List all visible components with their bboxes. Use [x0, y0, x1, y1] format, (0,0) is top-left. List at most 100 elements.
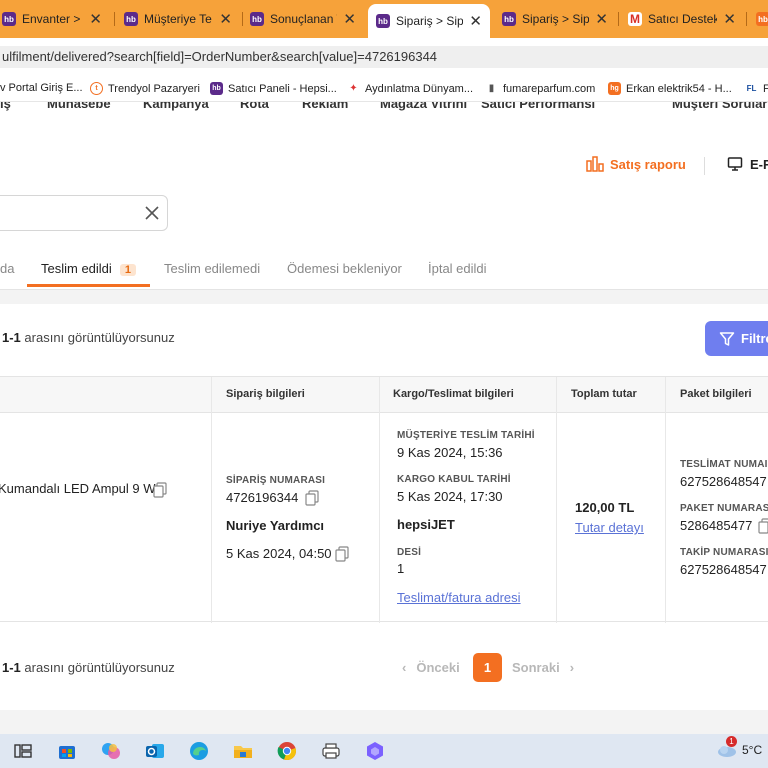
tab-delivered[interactable]: Teslim edildi 1	[41, 261, 136, 276]
copy-icon[interactable]	[153, 482, 167, 498]
nav-item-reklam[interactable]: Reklam	[302, 102, 348, 111]
file-explorer-icon[interactable]	[232, 740, 254, 762]
browser-tab-partial[interactable]: hb	[748, 4, 768, 34]
address-link[interactable]: Teslimat/fatura adresi	[397, 590, 521, 605]
close-icon[interactable]	[143, 204, 161, 222]
filter-button[interactable]: Filtre	[705, 321, 768, 356]
tab-label: Müşteriye Te	[144, 12, 212, 26]
close-icon[interactable]: ✕	[595, 10, 608, 28]
total-detail-link[interactable]: Tutar detayı	[575, 520, 644, 535]
address-bar: ulfilment/delivered?search[field]=OrderN…	[0, 38, 768, 74]
einvoice-label: E-F	[750, 156, 768, 172]
close-icon[interactable]: ✕	[89, 10, 102, 28]
browser-tab-musteriye[interactable]: hb Müşteriye Te ✕	[116, 4, 240, 34]
tracking-number: 627528648547	[680, 562, 767, 577]
seller-nav: ış Muhasebe Kampanya Rota Reklam Mağaza …	[0, 102, 768, 118]
bookmark-label: Trendyol Pazaryeri	[108, 82, 200, 95]
nav-item-musteri-sorulari[interactable]: Müşteri Soruları	[672, 102, 768, 111]
nav-item-kampanya[interactable]: Kampanya	[143, 102, 209, 111]
bookmark-label: F	[763, 82, 768, 95]
close-icon[interactable]: ✕	[723, 10, 736, 28]
copy-icon[interactable]	[758, 518, 768, 534]
nav-item-muhasebe[interactable]: Muhasebe	[47, 102, 111, 111]
previous-page-button[interactable]: ‹ Önceki	[402, 660, 460, 675]
package-number: 5286485477	[680, 518, 753, 533]
browser-tab-sonuclanan[interactable]: hb Sonuçlanan T ✕	[242, 4, 364, 34]
range-value: 1-1	[2, 660, 21, 675]
temperature: 5°C	[742, 743, 763, 757]
close-icon[interactable]: ✕	[469, 12, 482, 30]
chrome-icon[interactable]	[276, 740, 298, 762]
bookmark-f[interactable]: FL F	[745, 82, 768, 95]
chevron-left-icon: ‹	[402, 660, 407, 675]
nav-item-magaza-vitrini[interactable]: Mağaza Vitrini	[380, 102, 467, 111]
desi-label: DESİ	[397, 547, 422, 558]
bookmark-erkan[interactable]: hg Erkan elektrik54 - H...	[608, 82, 732, 95]
tab-payment-pending[interactable]: Ödemesi bekleniyor	[287, 261, 402, 276]
bookmark-label: Erkan elektrik54 - H...	[626, 82, 732, 95]
delivery-number-label: TESLİMAT NUMAI	[680, 459, 768, 470]
tab-not-delivered[interactable]: Teslim edilemedi	[164, 261, 260, 276]
order-date: 5 Kas 2024, 04:50	[226, 546, 332, 561]
einvoice-button[interactable]: E-F	[727, 156, 768, 172]
delivery-number: 627528648547	[680, 474, 767, 489]
hepsiburada-icon: hb	[2, 12, 16, 26]
footer-band	[0, 710, 768, 734]
bookmark-fumareparfum[interactable]: ▮ fumareparfum.com	[485, 82, 595, 95]
nav-item[interactable]: ış	[0, 102, 11, 111]
bookmark-label: v Portal Giriş E...	[0, 82, 83, 94]
chevron-right-icon: ›	[569, 660, 575, 675]
browser-tab-siparis[interactable]: hb Sipariş > Sip ✕	[494, 4, 616, 34]
nav-item-rota[interactable]: Rota	[240, 102, 269, 111]
weather-widget[interactable]: 1 5°C	[716, 736, 763, 758]
next-label: Sonraki	[512, 660, 560, 675]
bookmark-label: Satıcı Paneli - Hepsi...	[228, 82, 337, 95]
outlook-icon[interactable]	[144, 740, 166, 762]
cloud-icon: 1	[716, 736, 738, 758]
browser-tab-siparis-active[interactable]: hb Sipariş > Sip ✕	[368, 4, 490, 38]
sales-report-button[interactable]: Satış raporu	[586, 156, 686, 172]
edge-icon[interactable]	[188, 740, 210, 762]
header-order-info: Sipariş bilgileri	[226, 388, 305, 400]
task-view-icon[interactable]	[12, 740, 34, 762]
product-name[interactable]: Kumandalı LED Ampul 9 W	[0, 481, 156, 496]
tab-label: Teslim edildi	[41, 261, 112, 276]
hepsiburada-icon: hb	[502, 12, 516, 26]
range-label: arasını görüntülüyorsunuz	[24, 660, 175, 675]
copy-icon[interactable]	[335, 546, 349, 562]
order-search-input[interactable]	[0, 195, 168, 231]
close-icon[interactable]: ✕	[343, 10, 356, 28]
url-field[interactable]: ulfilment/delivered?search[field]=OrderN…	[0, 46, 768, 68]
hepsiburada-icon: hg	[608, 82, 621, 95]
orders-table: Sipariş bilgileri Kargo/Teslimat bilgile…	[0, 376, 768, 623]
store-icon[interactable]	[56, 740, 78, 762]
copy-icon[interactable]	[305, 490, 319, 506]
current-page-button[interactable]: 1	[473, 653, 502, 682]
next-page-button[interactable]: Sonraki ›	[512, 660, 574, 675]
printer-icon[interactable]	[320, 740, 342, 762]
carrier-name: hepsiJET	[397, 517, 455, 532]
tab-cancelled[interactable]: İptal edildi	[428, 261, 487, 276]
browser-tab-envanter[interactable]: hb Envanter > E ✕	[0, 4, 110, 34]
desi-value: 1	[397, 561, 405, 576]
bookmark-star-icon: ✦	[347, 82, 360, 95]
monitor-icon	[727, 157, 743, 171]
copilot-icon[interactable]	[100, 740, 122, 762]
close-icon[interactable]: ✕	[219, 10, 232, 28]
browser-tab-strip: hb Envanter > E ✕ hb Müşteriye Te ✕ hb S…	[0, 0, 768, 38]
bookmark-aydinlatma[interactable]: ✦ Aydınlatma Dünyam...	[347, 82, 473, 95]
app-hexagon-icon[interactable]	[364, 740, 386, 762]
delivery-date: 9 Kas 2024, 15:36	[397, 445, 503, 460]
bookmark-trendyol[interactable]: t Trendyol Pazaryeri	[90, 82, 200, 95]
table-header: Sipariş bilgileri Kargo/Teslimat bilgile…	[0, 377, 768, 413]
bookmark-satici-paneli[interactable]: hb Satıcı Paneli - Hepsi...	[210, 82, 337, 95]
tab-label: Sipariş > Sip	[522, 12, 590, 26]
bookmark-page-icon: ▮	[485, 82, 498, 95]
header-package-info: Paket bilgileri	[680, 388, 752, 400]
bookmark-portal[interactable]: v Portal Giriş E...	[0, 82, 83, 94]
total-amount: 120,00 TL	[575, 500, 635, 515]
tab-partial[interactable]: da	[0, 261, 14, 276]
browser-tab-satici-destek[interactable]: M Satıcı Destek ✕	[620, 4, 744, 34]
nav-item-satici-performansi[interactable]: Satıcı Performansı	[481, 102, 595, 111]
tab-label: Sipariş > Sip	[396, 14, 464, 28]
